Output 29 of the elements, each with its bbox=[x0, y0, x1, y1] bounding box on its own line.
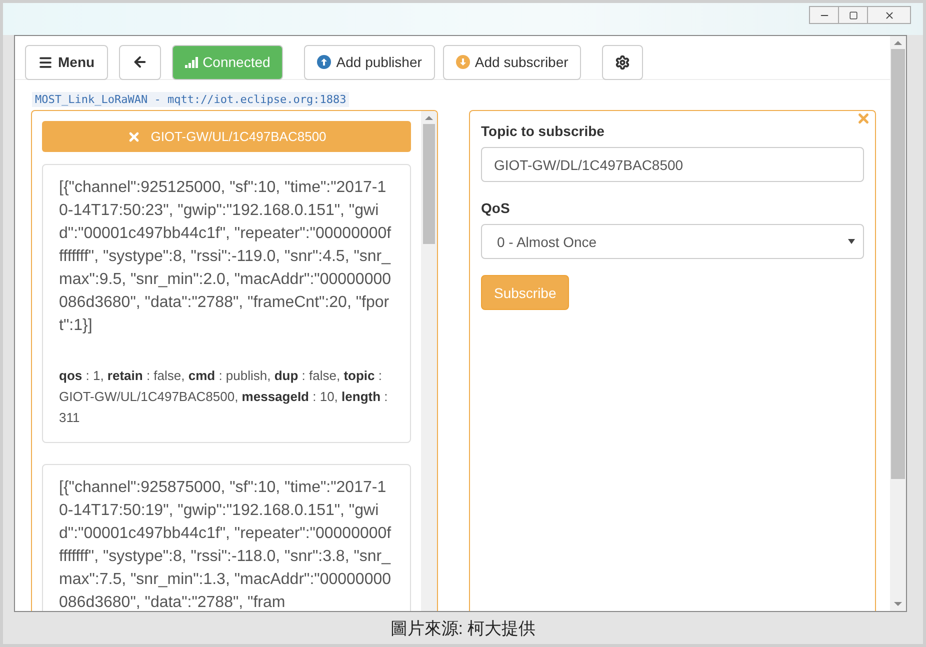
maximize-button[interactable] bbox=[838, 6, 868, 24]
back-button[interactable] bbox=[118, 44, 161, 80]
add-subscriber-button[interactable]: Add subscriber bbox=[442, 44, 582, 80]
back-icon bbox=[132, 54, 148, 70]
close-icon[interactable] bbox=[856, 111, 871, 126]
close-icon bbox=[884, 10, 894, 20]
topic-field[interactable]: GIOT-GW/DL/1C497BAC8500 bbox=[481, 147, 864, 182]
qos-label: QoS bbox=[481, 200, 510, 216]
signal-icon bbox=[184, 56, 198, 68]
scrollbar[interactable] bbox=[890, 36, 906, 611]
message-meta: qos : 1, retain : false, cmd : publish, dup : false, topic : GIOT-GW/UL/1C497BAC8500, messageId : 10, length : 311 bbox=[59, 367, 389, 427]
add-publisher-button[interactable]: Add publisher bbox=[304, 44, 435, 80]
close-icon bbox=[126, 130, 141, 144]
settings-icon bbox=[615, 54, 630, 70]
maximize-icon bbox=[848, 10, 858, 20]
connection-label: MOST_Link_LoRaWAN - mqtt://iot.eclipse.org:1883 bbox=[32, 92, 350, 107]
settings-button[interactable] bbox=[602, 44, 644, 80]
qos-select[interactable]: 0 - Almost Once bbox=[481, 224, 864, 259]
menu-button[interactable]: Menu bbox=[25, 44, 108, 80]
image-caption: 圖片來源: 柯大提供 bbox=[389, 618, 537, 640]
arrow-down-circle-icon bbox=[456, 55, 470, 69]
caret-icon bbox=[848, 239, 855, 244]
scrollbar[interactable] bbox=[421, 111, 437, 611]
menu-icon bbox=[38, 54, 53, 70]
close-button[interactable] bbox=[867, 6, 911, 24]
message-payload: [{"channel":925125000, "sf":10, "time":"2017-10-14T17:50:23", "gwip":"192.168.0.151", "gwid":"00001c497bb44c1f", "repeater":"00000000ffffffff", "systype":8, "rssi":-119.0, "snr":4.5, "snr_max":9.5, "snr_min":2.0, "macAddr":"00000000086d3680", "data":"2788", "frameCnt":20, "fport":1}] bbox=[59, 178, 392, 336]
topic-label: Topic to subscribe bbox=[481, 123, 604, 139]
arrow-up-circle-icon bbox=[317, 55, 332, 69]
message-payload: [{"channel":925875000, "sf":10, "time":"2017-10-14T17:50:19", "gwip":"192.168.0.151", "gwid":"00001c497bb44c1f", "repeater":"00000000ffffffff", "systype":8, "rssi":-118.0, "snr":3.8, "snr_max":7.5, "snr_min":1.3, "macAddr":"00000000086d3680", "data":"2788", "fram bbox=[59, 478, 392, 611]
